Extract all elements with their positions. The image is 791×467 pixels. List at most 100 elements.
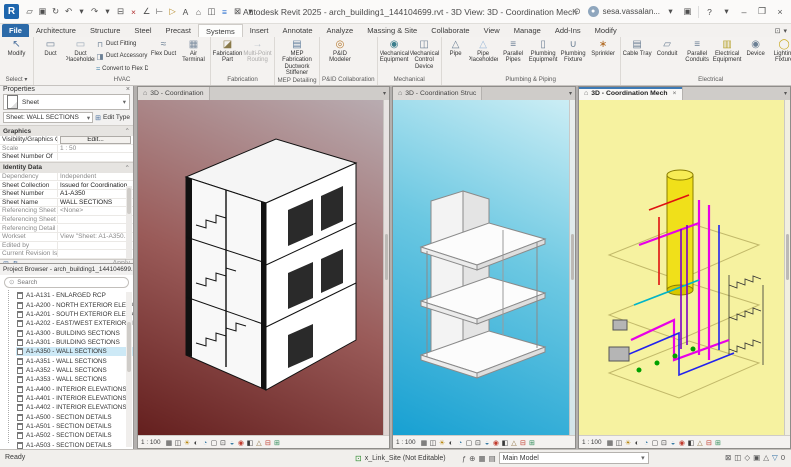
reveal-constraints-icon[interactable]: ⊟: [705, 438, 714, 447]
redo-icon[interactable]: ↷: [88, 5, 101, 19]
active-design-option-select[interactable]: Main Model ▾: [498, 452, 649, 464]
property-row[interactable]: Edited by: [0, 241, 133, 251]
lighting-fixture-button[interactable]: ◯ Lighting Fixture: [770, 38, 791, 75]
property-row[interactable]: Referencing Detail: [0, 224, 133, 233]
revit-logo[interactable]: R: [4, 4, 19, 19]
panel-label-fabrication[interactable]: Fabrication: [211, 75, 274, 85]
device-button[interactable]: ◉ Device: [743, 38, 769, 75]
help-icon[interactable]: ?: [703, 5, 716, 19]
panel-label-hvac[interactable]: HVAC: [34, 75, 210, 85]
plumbing-equipment-button[interactable]: ▯ Plumbing Equipment: [529, 38, 558, 75]
plumbing-fixture-button[interactable]: ∪ Plumbing Fixture: [559, 38, 588, 75]
tab-add-ins[interactable]: Add-Ins: [548, 24, 588, 37]
chevron-down-icon[interactable]: ▾: [664, 5, 677, 19]
sheet-item[interactable]: A1-A350 - WALL SECTIONS: [16, 347, 133, 357]
fabrication-part-button[interactable]: ◪ Fabrication Part: [213, 38, 242, 75]
collapse-icon[interactable]: ⌃: [125, 127, 130, 135]
property-row[interactable]: Scale 1 : 50: [0, 144, 133, 154]
worksharing-display-icon[interactable]: ⊞: [273, 438, 282, 447]
air-terminal-button[interactable]: ▦ Air Terminal: [179, 38, 208, 75]
analytical-model-icon[interactable]: △: [255, 438, 264, 447]
sheet-item[interactable]: A1-A402 - INTERIOR ELEVATIONS: [16, 403, 133, 412]
tab-view[interactable]: View: [477, 24, 507, 37]
sun-path-icon[interactable]: ☀: [624, 438, 633, 447]
reveal-constraints-icon[interactable]: ⊟: [519, 438, 528, 447]
undo-caret-icon[interactable]: ▾: [75, 5, 88, 19]
sheet-item[interactable]: A1-A201 - SOUTH EXTERIOR ELEVATION: [16, 310, 133, 319]
tab-analyze[interactable]: Analyze: [320, 24, 361, 37]
ribbon-state-caret-icon[interactable]: ▾: [783, 27, 787, 35]
tab-insert[interactable]: Insert: [243, 24, 276, 37]
app-store-icon[interactable]: ▣: [681, 5, 694, 19]
worksets-icon[interactable]: ƒ: [462, 454, 466, 463]
crop-view-icon[interactable]: ▢: [465, 438, 474, 447]
mechanical-control-device-button[interactable]: ◫ Mechanical Control Device: [410, 38, 439, 75]
panel-label-mechanical[interactable]: Mechanical: [378, 75, 441, 85]
sheet-item[interactable]: A1-A353 - WALL SECTIONS: [16, 375, 133, 384]
pid-modeler-button[interactable]: ◎ P&ID Modeler: [322, 38, 358, 75]
reveal-hidden-elements-icon[interactable]: ◉: [678, 438, 687, 447]
browser-scrollbar[interactable]: [126, 292, 132, 447]
modify-button[interactable]: ↖ Modify: [2, 38, 31, 75]
select-links-icon[interactable]: ⊠: [725, 453, 731, 462]
convert-to-flex-duct-button[interactable]: ≈ Convert to Flex Duct: [96, 63, 148, 74]
property-row[interactable]: Current Revision Issu...: [0, 250, 133, 259]
design-options-icon[interactable]: ▦: [478, 454, 485, 463]
close-view-icon[interactable]: ×: [673, 90, 677, 97]
rendering-icon[interactable]: ◔: [642, 438, 651, 447]
open-icon[interactable]: ▱: [23, 5, 36, 19]
duct-fitting-button[interactable]: ⊓ Duct Fitting: [96, 39, 148, 50]
temporary-hide-isolate-icon[interactable]: ◒: [669, 438, 678, 447]
vertical-scrollbar[interactable]: [784, 100, 790, 435]
browser-search-box[interactable]: ⊙: [4, 277, 129, 288]
sheet-item[interactable]: A1-A352 - WALL SECTIONS: [16, 366, 133, 375]
tab-structure[interactable]: Structure: [83, 24, 127, 37]
sheet-item[interactable]: A1-A401 - INTERIOR ELEVATIONS: [16, 394, 133, 403]
design-options-dialog-icon[interactable]: ▤: [489, 454, 496, 463]
tab-file[interactable]: File: [2, 24, 29, 37]
tab-modify[interactable]: Modify: [588, 24, 624, 37]
drag-on-selection-icon[interactable]: △: [763, 453, 769, 462]
duct-accessory-button[interactable]: ◨ Duct Accessory: [96, 51, 148, 62]
sheet-item[interactable]: A1-A131 - ENLARGED RCP: [16, 291, 133, 300]
vertical-scrollbar[interactable]: [383, 100, 389, 435]
sheet-item[interactable]: A1-A501 - SECTION DETAILS: [16, 422, 133, 431]
properties-close-icon[interactable]: ×: [126, 86, 130, 93]
select-underlay-icon[interactable]: ◫: [734, 453, 741, 462]
crop-region-icon[interactable]: ⊡: [474, 438, 483, 447]
worksets-dialog-icon[interactable]: ⊕: [469, 454, 475, 463]
scale-button[interactable]: 1 : 100: [141, 439, 161, 446]
graphics-section-header[interactable]: Graphics ⌃: [0, 125, 133, 136]
restore-button[interactable]: ❐: [755, 6, 769, 17]
select-pinned-icon[interactable]: ◇: [744, 453, 750, 462]
property-row[interactable]: Sheet Number A1-A350: [0, 189, 133, 199]
sheet-item[interactable]: A1-A200 - NORTH EXTERIOR ELEVATION: [16, 300, 133, 309]
visual-style-icon[interactable]: ◫: [174, 438, 183, 447]
cable-tray-button[interactable]: ▤ Cable Tray: [623, 38, 652, 75]
sheet-item[interactable]: A1-A300 - BUILDING SECTIONS: [16, 328, 133, 337]
visual-style-icon[interactable]: ◫: [615, 438, 624, 447]
view-tab-coordination-mech[interactable]: ⌂ 3D - Coordination Mech ×: [579, 87, 683, 100]
property-row[interactable]: Workset View "Sheet: A1-A350...: [0, 232, 133, 242]
sync-with-central-icon[interactable]: ↻: [49, 5, 62, 19]
property-row[interactable]: Referencing Sheet C... <None>: [0, 207, 133, 216]
property-row[interactable]: Visibility/Graphics O... Edit...: [0, 135, 133, 145]
filter-icon[interactable]: ▽: [772, 453, 778, 462]
shadows-icon[interactable]: ◐: [447, 438, 456, 447]
close-button[interactable]: ×: [773, 7, 787, 17]
sheet-item[interactable]: A1-A202 - EAST/WEST EXTERIOR ELEVAT: [16, 319, 133, 328]
temporary-view-properties-icon[interactable]: ◧: [687, 438, 696, 447]
search-input[interactable]: [17, 279, 124, 286]
scale-button[interactable]: 1 : 100: [396, 439, 416, 446]
sheet-item[interactable]: A1-A503 - SECTION DETAILS: [16, 441, 133, 450]
edit-type-button[interactable]: ⊞ Edit Type: [95, 114, 130, 122]
selection-box-icon[interactable]: ⊡: [775, 27, 781, 35]
parallel-conduits-button[interactable]: ≡ Parallel Conduits: [683, 38, 712, 75]
panel-label-plumbing[interactable]: Plumbing & Piping: [442, 75, 620, 85]
rendering-icon[interactable]: ◔: [456, 438, 465, 447]
sprinkler-button[interactable]: ∗ Sprinkler: [589, 38, 618, 75]
temporary-view-properties-icon[interactable]: ◧: [501, 438, 510, 447]
tab-collaborate[interactable]: Collaborate: [424, 24, 476, 37]
mep-fabrication-ductwork-stiffener-button[interactable]: ▤ MEP Fabrication Ductwork Stiffener: [277, 38, 317, 76]
property-row[interactable]: Sheet Name WALL SECTIONS: [0, 198, 133, 208]
